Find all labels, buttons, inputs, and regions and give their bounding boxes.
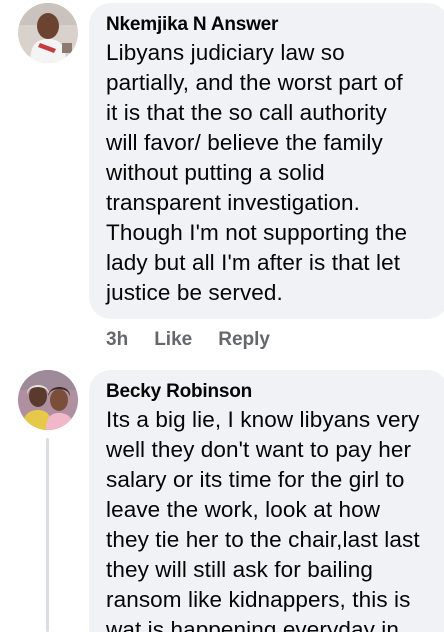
like-button[interactable]: Like [154, 329, 192, 351]
profile-photo-couple-icon [18, 370, 78, 430]
avatar[interactable] [18, 370, 78, 430]
comment-text: Libyans judiciary law so partially, and … [106, 40, 408, 305]
comment-author[interactable]: Nkemjika N Answer [106, 13, 435, 37]
comment-timestamp[interactable]: 3h [106, 329, 128, 351]
comment-author[interactable]: Becky Robinson [106, 380, 435, 404]
comment-bubble: Becky Robinson Its a big lie, I know lib… [89, 370, 444, 632]
avatar[interactable] [18, 3, 78, 63]
reply-thread-line [46, 438, 49, 632]
profile-photo-man-icon [18, 3, 78, 63]
reply-button[interactable]: Reply [218, 329, 270, 351]
comment-text: Its a big lie, I know libyans very well … [106, 407, 420, 632]
comment-bubble: Nkemjika N Answer Libyans judiciary law … [89, 3, 444, 319]
comment-actions: 3h Like Reply [106, 328, 296, 352]
comments-thread: Nkemjika N Answer Libyans judiciary law … [0, 0, 444, 632]
